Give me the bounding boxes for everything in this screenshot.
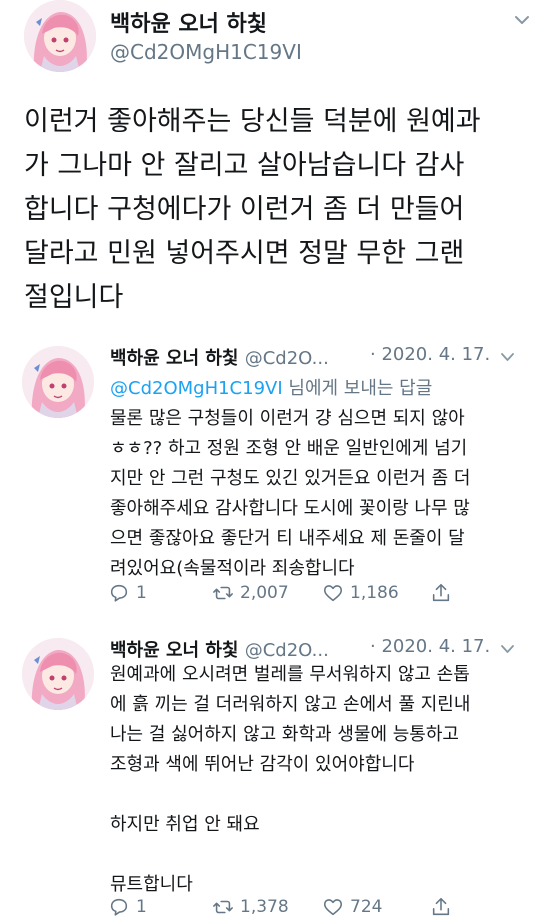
- reply-count: 1: [136, 897, 147, 917]
- tweet-text-line: 절입니다: [24, 282, 124, 313]
- tweet-text-line: 조형과 색에 뛰어난 감각이 있어야합니다: [110, 754, 415, 775]
- tweet-actions: 1 1,378 724: [108, 896, 528, 920]
- retweet-icon: [213, 586, 233, 600]
- avatar-image: [24, 0, 96, 72]
- reply-button[interactable]: 1: [108, 582, 147, 604]
- tweet-date[interactable]: · 2020. 4. 17.: [370, 636, 490, 657]
- tweet-text-line: 가 그나마 안 잘리고 살아남습니다 감사: [24, 150, 465, 181]
- tweet-text-line: ㅎㅎ?? 하고 정원 조형 안 배운 일반인에게 넘기: [110, 438, 468, 459]
- chevron-down-icon[interactable]: [514, 14, 530, 26]
- tweet-text-line: 달라고 민원 넣어주시면 정말 무한 그랜: [24, 238, 465, 269]
- replying-to-suffix: 님에게 보내는 답글: [282, 378, 433, 399]
- tweet-text-line: 물론 많은 구청들이 이런거 걍 심으면 되지 않아: [110, 408, 465, 429]
- author-handle: @Cd2O...: [244, 640, 329, 661]
- tweet-text: 물론 많은 구청들이 이런거 걍 심으면 되지 않아 ㅎㅎ?? 하고 정원 조형…: [110, 404, 535, 584]
- retweet-count: 1,378: [240, 897, 289, 917]
- author-display-name[interactable]: 백하윤 오너 하칯: [110, 6, 267, 38]
- heart-icon: [323, 585, 343, 602]
- reply-icon: [110, 584, 128, 602]
- like-button[interactable]: 1,186: [322, 582, 399, 604]
- avatar-image: [22, 638, 94, 710]
- avatar-image: [22, 346, 94, 418]
- share-button[interactable]: [430, 582, 452, 604]
- retweet-icon: [213, 900, 233, 914]
- tweet-text-line: 합니다 구청에다가 이런거 좀 더 만들어: [24, 194, 465, 225]
- avatar[interactable]: [22, 638, 94, 710]
- replying-to: @Cd2OMgH1C19VI 님에게 보내는 답글: [110, 374, 432, 400]
- reply-count: 1: [136, 583, 147, 603]
- tweet-actions: 1 2,007 1,186: [108, 582, 528, 610]
- mention-link[interactable]: @Cd2OMgH1C19VI: [110, 378, 283, 399]
- tweet-text-line: 좋아해주세요 감사합니다 도시에 꽃이랑 나무 많: [110, 498, 470, 519]
- share-icon: [432, 897, 450, 916]
- tweet-text-line: 으면 좋잖아요 좋단거 티 내주세요 제 돈줄이 달: [110, 528, 465, 549]
- share-button[interactable]: [430, 896, 452, 918]
- tweet-text-line: 원예과에 오시려면 벌레를 무서워하지 않고 손톱: [110, 664, 470, 685]
- retweet-button[interactable]: 2,007: [212, 582, 289, 604]
- tweet-text: 원예과에 오시려면 벌레를 무서워하지 않고 손톱 에 흙 끼는 걸 더러워하지…: [110, 660, 535, 900]
- reply-button[interactable]: 1: [108, 896, 147, 918]
- tweet-text-line: 하지만 취업 안 돼요: [110, 814, 260, 835]
- like-button[interactable]: 724: [322, 896, 382, 918]
- tweet-date[interactable]: · 2020. 4. 17.: [370, 344, 490, 365]
- chevron-down-icon[interactable]: [500, 352, 515, 362]
- avatar[interactable]: [22, 346, 94, 418]
- author-handle[interactable]: @Cd2OMgH1C19VI: [110, 40, 302, 64]
- author-display-name[interactable]: 백하윤 오너 하칯 @Cd2O...: [110, 636, 329, 662]
- avatar[interactable]: [24, 0, 96, 72]
- like-count: 1,186: [350, 583, 399, 603]
- author-display-name[interactable]: 백하윤 오너 하칯 @Cd2O...: [110, 344, 329, 370]
- tweet-text-line: 지만 안 그런 구청도 있긴 있거든요 이런거 좀 더: [110, 468, 471, 489]
- chevron-down-icon[interactable]: [500, 644, 515, 654]
- tweet-text: 이런거 좋아해주는 당신들 덕분에 원예과 가 그나마 안 잘리고 살아남습니다…: [24, 100, 534, 320]
- author-handle: @Cd2O...: [244, 348, 329, 369]
- tweet-text-line: 나는 걸 싫어하지 않고 화학과 생물에 능통하고: [110, 724, 459, 745]
- retweet-button[interactable]: 1,378: [212, 896, 289, 918]
- tweet-text-line: 이런거 좋아해주는 당신들 덕분에 원예과: [24, 106, 481, 137]
- tweet-text-line: 에 흙 끼는 걸 더러워하지 않고 손에서 풀 지린내: [110, 694, 471, 715]
- share-icon: [432, 583, 450, 602]
- tweet-text-line: 려있어요(속물적이라 죄송합니다: [110, 558, 355, 579]
- author-name-text: 백하윤 오너 하칯: [110, 348, 239, 369]
- reply-icon: [110, 898, 128, 916]
- retweet-count: 2,007: [240, 583, 289, 603]
- like-count: 724: [350, 897, 383, 917]
- author-name-text: 백하윤 오너 하칯: [110, 640, 239, 661]
- heart-icon: [323, 899, 343, 916]
